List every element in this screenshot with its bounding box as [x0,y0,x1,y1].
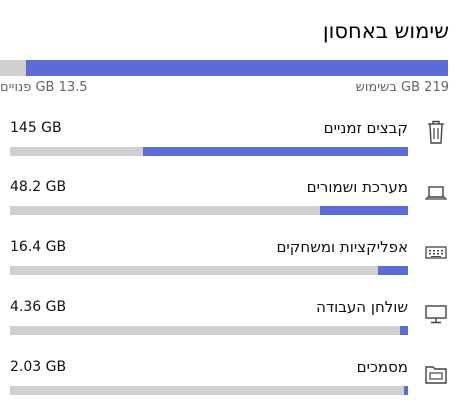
category-name: קבצים זמניים [323,119,408,137]
trash-icon [425,119,447,145]
total-free-label: 13.5 GB פנויים [0,80,88,95]
category-usage-bar-fill [400,326,408,335]
category-name: אפליקציות ומשחקים [276,238,408,256]
total-used-label: 219 GB בשימוש [355,80,449,95]
storage-usage-title: שימוש באחסון [322,19,449,43]
category-size: 48.2 GB [10,179,67,195]
category-size: 2.03 GB [10,359,67,375]
category-system-reserved[interactable]: 48.2 GB מערכת ושמורים [0,178,459,224]
category-size: 145 GB [10,120,62,136]
category-apps-games[interactable]: 16.4 GB אפליקציות ומשחקים [0,238,459,284]
category-name: מערכת ושמורים [306,178,408,196]
category-usage-bar-fill [404,386,408,395]
category-documents[interactable]: 2.03 GB מסמכים [0,358,459,404]
category-name: שולחן העבודה [316,298,408,316]
category-usage-bar-fill [378,266,408,275]
category-usage-bar-fill [143,147,408,156]
category-usage-bar [10,266,408,275]
category-desktop[interactable]: 4.36 GB שולחן העבודה [0,298,459,344]
category-size: 16.4 GB [10,239,67,255]
total-storage-bar [0,60,448,76]
folder-icon [425,358,447,384]
category-usage-bar [10,326,408,335]
category-usage-bar-fill [320,206,408,215]
laptop-icon [425,178,447,204]
category-usage-bar [10,147,408,156]
total-storage-bar-fill [25,60,448,76]
category-usage-bar [10,206,408,215]
keyboard-icon [425,238,447,264]
category-name: מסמכים [356,358,408,376]
category-size: 4.36 GB [10,299,67,315]
category-usage-bar [10,386,408,395]
category-temporary-files[interactable]: 145 GB קבצים זמניים [0,119,459,165]
monitor-icon [425,298,447,324]
